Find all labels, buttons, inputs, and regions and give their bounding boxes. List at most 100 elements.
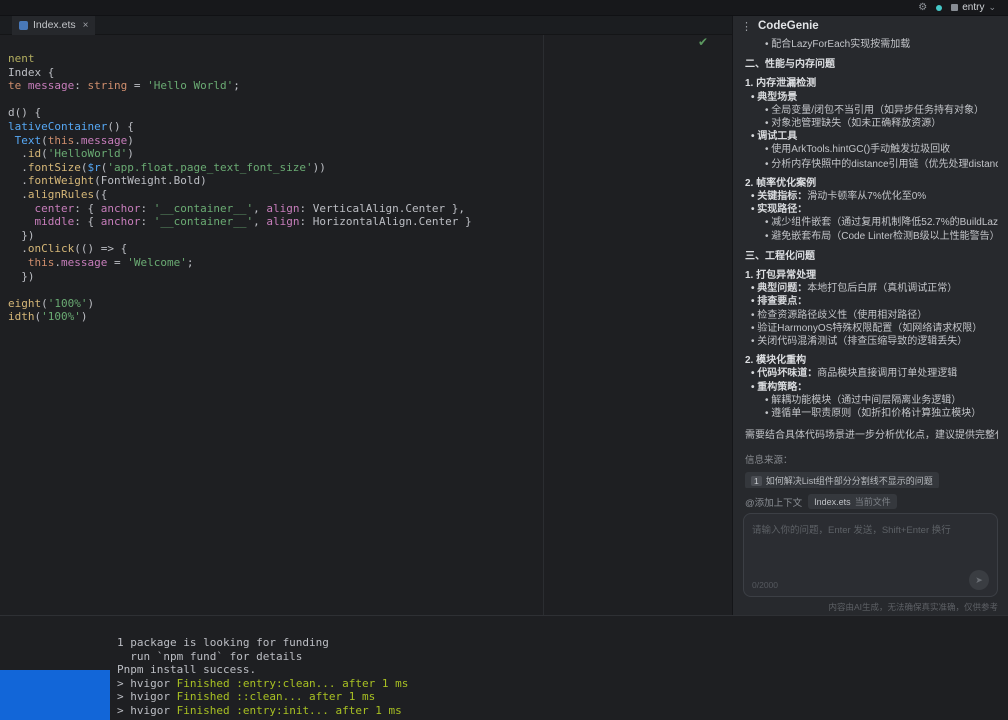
code-line: center: { anchor: '__container__', align…	[8, 202, 472, 216]
token: =	[107, 256, 127, 269]
tab-label: Index.ets	[33, 19, 76, 31]
token: '100%'	[41, 310, 81, 323]
token: Finished ::clean... after 1 ms	[177, 690, 376, 703]
tab-index-ets[interactable]: Index.ets ×	[12, 16, 95, 35]
token: .	[8, 174, 28, 187]
terminal-line: run `npm fund` for details	[117, 650, 1008, 664]
code-line: idth('100%')	[8, 310, 472, 324]
token: .	[8, 147, 28, 160]
ai-disclaimer: 内容由AI生成，无法确保真实准确，仅供参考	[733, 597, 1008, 615]
terminal-line: > hvigor Finished ::clean... after 1 ms	[117, 690, 1008, 704]
token: 'HelloWorld'	[48, 147, 127, 160]
terminal-line: > hvigor Finished :entry:init... after 1…	[117, 704, 1008, 718]
token: fontSize	[28, 161, 81, 174]
terminal-line: > hvigor Finished :entry:clean... after …	[117, 677, 1008, 691]
assistant-line: 需要结合具体代码场景进一步分析优化点，建议提供完整代码片段以便精准定位问题	[745, 429, 998, 442]
assistant-line: • 实现路径：	[745, 203, 998, 216]
assistant-line: 2. 帧率优化案例	[745, 177, 998, 190]
context-chip[interactable]: Index.ets 当前文件	[808, 494, 897, 509]
terminal-panel[interactable]: 1 package is looking for funding run `np…	[0, 615, 1008, 720]
token	[8, 202, 35, 215]
terminal-line: Pnpm install success.	[117, 663, 1008, 677]
token: this	[28, 256, 55, 269]
panel-title: CodeGenie	[758, 20, 819, 32]
assistant-line: • 关键指标：滑动卡顿率从7%优化至0%	[745, 190, 998, 203]
token: > hvigor	[117, 690, 177, 703]
editor-guide-line	[543, 35, 544, 615]
code-line: .onClick(() => {	[8, 242, 472, 256]
token: .	[54, 256, 61, 269]
token: te	[8, 79, 28, 92]
token: .	[8, 188, 28, 201]
title-bar: ⚙ entry ⌄	[0, 0, 1008, 16]
kebab-menu-icon[interactable]: ⋮	[741, 20, 752, 33]
assistant-line: • 遵循单一职责原则（如折扣价格计算独立模块）	[745, 407, 998, 420]
code-editor[interactable]: nentIndex {te message: string = 'Hello W…	[8, 52, 472, 324]
token: $r	[87, 161, 100, 174]
token: 1 package is looking for funding	[117, 636, 329, 649]
token: align	[266, 202, 299, 215]
token: : HorizontalAlign.Center }	[299, 215, 471, 228]
assistant-line: • 检查资源路径歧义性（使用相对路径）	[745, 309, 998, 322]
token: ))	[313, 161, 326, 174]
assistant-line: • 典型问题：本地打包后白屏（真机调试正常）	[745, 282, 998, 295]
run-config-selector[interactable]: entry ⌄	[951, 2, 996, 13]
codegenie-panel: ⋮ CodeGenie • 配合LazyForEach实现按需加载二、性能与内存…	[732, 16, 1008, 615]
terminal-output: 1 package is looking for funding run `np…	[117, 636, 1008, 718]
code-line: nent	[8, 52, 472, 66]
token: message	[81, 134, 127, 147]
token: id	[28, 147, 41, 160]
assistant-line: 三、工程化问题	[745, 250, 998, 263]
inspection-ok-icon[interactable]: ✔	[698, 36, 708, 48]
assistant-line: • 验证HarmonyOS特殊权限配置（如网络请求权限）	[745, 322, 998, 335]
token: )	[88, 297, 95, 310]
assistant-line: • 分析内存快照中的distance引用链（优先处理distance=1的节点）…	[745, 157, 998, 171]
add-context-button[interactable]: @添加上下文	[745, 495, 802, 509]
send-button[interactable]: ➤	[969, 570, 989, 590]
token: (FontWeight.Bold)	[94, 174, 207, 187]
token: d() {	[8, 106, 41, 119]
source-number: 1	[751, 476, 762, 486]
token: align	[266, 215, 299, 228]
token: message	[61, 256, 107, 269]
token: 'app.float.page_text_font_size'	[107, 161, 312, 174]
context-chip-tag: 当前文件	[855, 495, 891, 508]
context-chip-file: Index.ets	[814, 497, 851, 507]
assistant-line: • 调试工具	[745, 130, 998, 143]
token: fontWeight	[28, 174, 94, 187]
code-line: this.message = 'Welcome';	[8, 256, 472, 270]
token	[8, 134, 15, 147]
token: ({	[94, 188, 107, 201]
assistant-line: • 典型场景	[745, 91, 998, 104]
token: alignRules	[28, 188, 94, 201]
code-line: .fontWeight(FontWeight.Bold)	[8, 174, 472, 188]
send-icon: ➤	[975, 575, 983, 586]
token: center	[35, 202, 75, 215]
token: ,	[253, 215, 266, 228]
token: ;	[233, 79, 240, 92]
token: .	[74, 134, 81, 147]
token: .	[8, 242, 28, 255]
token: 'Hello World'	[147, 79, 233, 92]
close-icon[interactable]: ×	[83, 20, 89, 31]
code-line	[8, 93, 472, 107]
assistant-line: • 排查要点：	[745, 295, 998, 308]
token: '__container__'	[154, 215, 253, 228]
token: )	[127, 134, 134, 147]
code-line: Text(this.message)	[8, 134, 472, 148]
token: : {	[74, 215, 101, 228]
token: middle	[35, 215, 75, 228]
code-line: eight('100%')	[8, 297, 472, 311]
assistant-line: 二、性能与内存问题	[745, 58, 998, 71]
run-config-label: entry	[962, 2, 984, 13]
source-chip[interactable]: 1如何解决List组件部分分割线不显示的问题	[745, 472, 939, 488]
token	[8, 256, 28, 269]
code-line: .id('HelloWorld')	[8, 147, 472, 161]
token: :	[141, 215, 154, 228]
token: > hvigor	[117, 704, 177, 717]
chat-input[interactable]: 请输入你的问题，Enter 发送，Shift+Enter 换行 0/2000 ➤	[743, 513, 998, 597]
gear-icon[interactable]: ⚙	[918, 3, 927, 13]
token	[8, 215, 35, 228]
token: )	[81, 310, 88, 323]
token: > hvigor	[117, 677, 177, 690]
